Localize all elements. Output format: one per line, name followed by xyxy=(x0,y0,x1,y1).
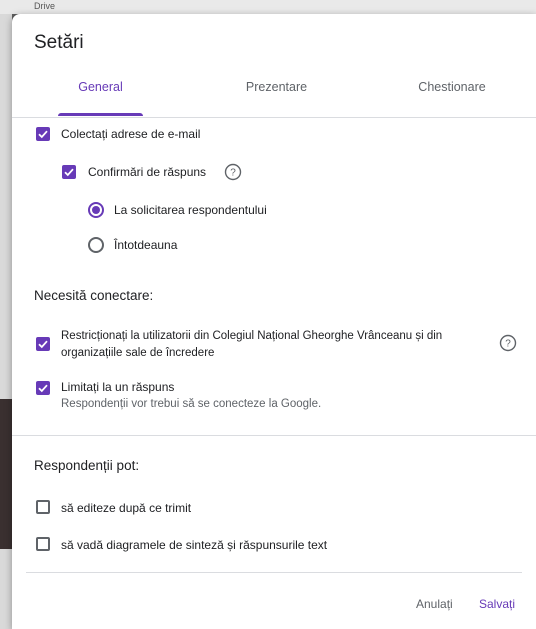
limit-one-response-checkbox[interactable] xyxy=(36,381,50,395)
collect-emails-checkbox[interactable] xyxy=(36,127,50,141)
restrict-users-checkbox[interactable] xyxy=(36,337,50,351)
allow-edit-label: să editeze după ce trimit xyxy=(61,501,192,515)
dialog-title: Setări xyxy=(34,32,84,53)
receipt-option-on-request-label: La solicitarea respondentului xyxy=(114,203,267,217)
limit-one-response-sublabel: Respondenții vor trebui să se conecteze … xyxy=(61,398,322,410)
receipt-option-on-request-radio[interactable] xyxy=(88,202,104,218)
checkmark-icon xyxy=(38,384,48,393)
tab-presentation[interactable]: Prezentare xyxy=(234,80,319,94)
response-receipts-checkbox[interactable] xyxy=(62,165,76,179)
checkmark-icon xyxy=(38,130,48,139)
active-tab-indicator xyxy=(58,113,143,116)
cancel-button[interactable]: Anulați xyxy=(416,597,453,611)
tab-quizzes[interactable]: Chestionare xyxy=(402,80,502,94)
settings-tabs: General Prezentare Chestionare xyxy=(12,72,536,118)
save-button[interactable]: Salvați xyxy=(479,597,515,611)
help-icon[interactable]: ? xyxy=(499,334,517,352)
see-summary-label: să vadă diagramele de sinteză și răspuns… xyxy=(61,538,328,552)
tab-general[interactable]: General xyxy=(58,80,143,94)
limit-one-response-label: Limitați la un răspuns xyxy=(61,380,175,394)
background-left-strip xyxy=(0,14,12,629)
collect-emails-label: Colectați adrese de e-mail xyxy=(61,127,201,141)
respondents-can-heading: Respondenții pot: xyxy=(34,458,140,473)
background-header: Drive xyxy=(0,0,536,14)
svg-text:?: ? xyxy=(230,168,236,179)
background-dark-block xyxy=(0,399,12,549)
restrict-users-label-line1: Restricționați la utilizatorii din Coleg… xyxy=(61,330,443,342)
help-icon[interactable]: ? xyxy=(224,163,242,181)
see-summary-checkbox[interactable] xyxy=(36,537,50,551)
tabs-divider xyxy=(12,117,536,118)
allow-edit-checkbox[interactable] xyxy=(36,500,50,514)
checkmark-icon xyxy=(64,168,74,177)
receipt-option-always-radio[interactable] xyxy=(88,237,104,253)
background-drive-text: Drive xyxy=(34,1,56,11)
restrict-users-label-line2: organizațiile sale de încredere xyxy=(61,347,215,359)
svg-text:?: ? xyxy=(505,339,511,350)
response-receipts-label: Confirmări de răspuns xyxy=(88,165,207,179)
section-divider xyxy=(12,435,536,436)
checkmark-icon xyxy=(38,340,48,349)
requires-signin-heading: Necesită conectare: xyxy=(34,288,154,303)
footer-divider xyxy=(26,572,522,573)
settings-dialog: Setări General Prezentare Chestionare Co… xyxy=(12,14,536,629)
receipt-option-always-label: Întotdeauna xyxy=(114,238,178,252)
